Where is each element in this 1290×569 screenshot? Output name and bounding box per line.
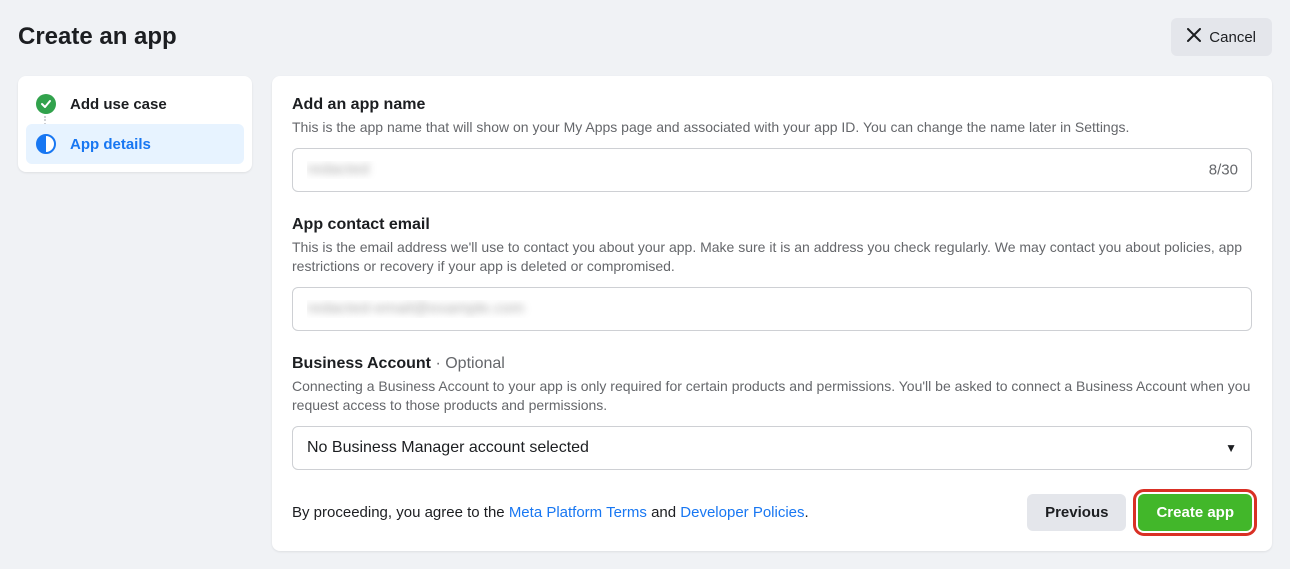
close-icon xyxy=(1187,28,1201,46)
sidebar-item-add-use-case[interactable]: Add use case xyxy=(26,84,244,124)
check-icon xyxy=(36,94,56,114)
contact-email-label: App contact email xyxy=(292,216,1252,234)
contact-email-input[interactable] xyxy=(292,287,1252,331)
disclaimer-text: By proceeding, you agree to the Meta Pla… xyxy=(292,504,809,521)
sidebar-item-label: App details xyxy=(70,136,151,153)
caret-down-icon: ▼ xyxy=(1225,441,1237,455)
developer-policies-link[interactable]: Developer Policies xyxy=(680,504,804,521)
sidebar-item-label: Add use case xyxy=(70,96,167,113)
cancel-label: Cancel xyxy=(1209,29,1256,46)
contact-email-description: This is the email address we'll use to c… xyxy=(292,238,1252,277)
business-account-label: Business Account · Optional xyxy=(292,355,1252,373)
sidebar: Add use case App details xyxy=(18,76,252,172)
main-panel: Add an app name This is the app name tha… xyxy=(272,76,1272,551)
business-account-select[interactable]: No Business Manager account selected ▼ xyxy=(292,426,1252,470)
cancel-button[interactable]: Cancel xyxy=(1171,18,1272,56)
sidebar-item-app-details[interactable]: App details xyxy=(26,124,244,164)
app-name-input[interactable] xyxy=(292,148,1252,192)
app-name-label: Add an app name xyxy=(292,96,1252,114)
business-account-description: Connecting a Business Account to your ap… xyxy=(292,377,1252,416)
page-title: Create an app xyxy=(18,23,177,51)
business-account-selected: No Business Manager account selected xyxy=(307,439,589,457)
meta-terms-link[interactable]: Meta Platform Terms xyxy=(509,504,647,521)
create-app-button[interactable]: Create app xyxy=(1138,494,1252,531)
app-name-description: This is the app name that will show on y… xyxy=(292,118,1252,138)
previous-button[interactable]: Previous xyxy=(1027,494,1126,531)
app-name-counter: 8/30 xyxy=(1209,161,1238,178)
half-circle-icon xyxy=(36,134,56,154)
